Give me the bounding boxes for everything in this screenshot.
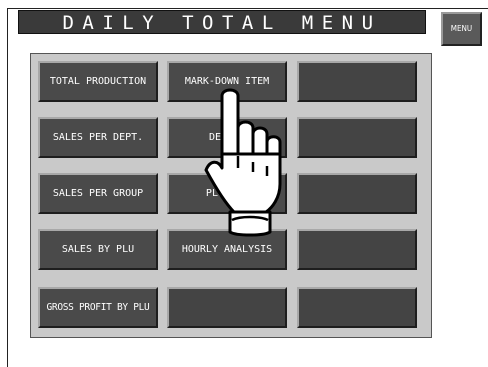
empty-button-r3c3[interactable] [297, 173, 417, 214]
hand-pointer-icon [204, 88, 282, 237]
empty-button-r2c3[interactable] [297, 117, 417, 158]
total-production-button[interactable]: TOTAL PRODUCTION [38, 61, 158, 102]
gross-profit-by-plu-button[interactable]: GROSS PROFIT BY PLU [38, 287, 158, 328]
sales-by-plu-button[interactable]: SALES BY PLU [38, 229, 158, 270]
menu-button[interactable]: MENU [441, 12, 482, 46]
empty-button-r5c2[interactable] [167, 287, 287, 328]
page-title: DAILY TOTAL MENU [18, 10, 426, 34]
empty-button-r4c3[interactable] [297, 229, 417, 270]
empty-button-r1c3[interactable] [297, 61, 417, 102]
sales-per-dept-button[interactable]: SALES PER DEPT. [38, 117, 158, 158]
sales-per-group-button[interactable]: SALES PER GROUP [38, 173, 158, 214]
empty-button-r5c3[interactable] [297, 287, 417, 328]
